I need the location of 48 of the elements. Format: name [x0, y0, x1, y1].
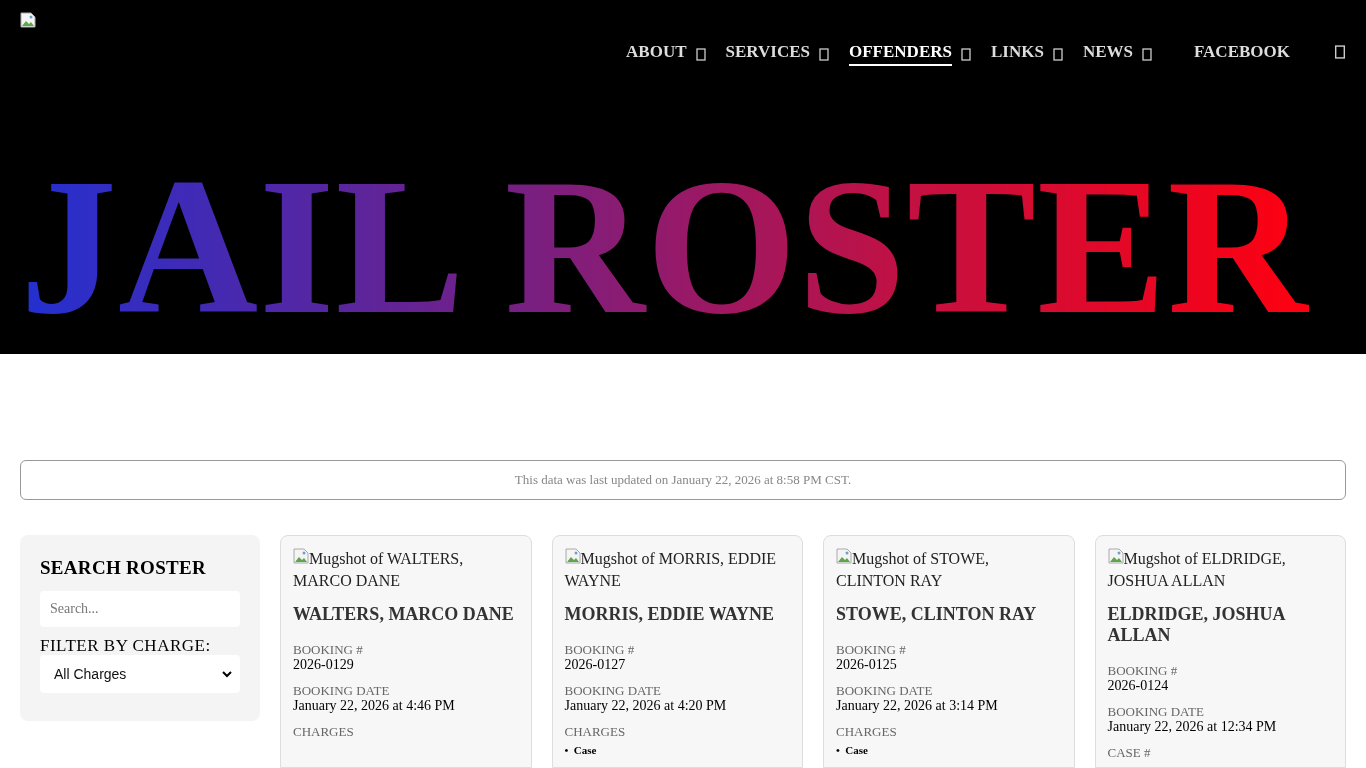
field-value: January 22, 2026 at 3:14 PM [836, 698, 999, 713]
broken-image-icon [20, 12, 36, 28]
field-label: BOOKING # [1107, 664, 1179, 678]
nav-link[interactable]: FACEBOOK [1193, 42, 1290, 66]
field-value: 2026-0127 [564, 657, 627, 672]
panel-heading: SEARCH ROSTER [40, 557, 207, 579]
field-label: BOOKING # [836, 643, 907, 657]
inmate-name: ELDRIDGE, JOSHUA ALLAN [1107, 604, 1287, 646]
image-alt-text: Mugshot of ELDRIDGE, JOSHUA ALLAN [1107, 548, 1287, 591]
image-alt-text: Mugshot of STOWE, CLINTON RAY [836, 548, 991, 591]
charge-item: • Case [564, 744, 597, 757]
nav-link[interactable]: OFFENDERS [849, 42, 952, 66]
nav-link[interactable]: LINKS [990, 42, 1044, 66]
filter-label: FILTER BY CHARGE: [40, 637, 212, 655]
chevron-down-icon [222, 670, 232, 678]
field-label: BOOKING DATE [1107, 705, 1205, 719]
field-label: CHARGES [293, 725, 355, 739]
search-field[interactable]: Search... [40, 591, 240, 627]
field-label: BOOKING DATE [293, 684, 391, 698]
nav-link[interactable]: ABOUT [626, 42, 687, 66]
field-label: BOOKING DATE [836, 684, 934, 698]
charge-item: • Case [836, 744, 868, 757]
broken-image-icon [564, 548, 581, 564]
field-label: CASE # [1107, 746, 1152, 760]
field-label: BOOKING DATE [564, 684, 662, 698]
field-label: CHARGES [564, 725, 627, 739]
field-value: 2026-0129 [293, 657, 355, 672]
field-value: 2026-0124 [1107, 678, 1170, 693]
broken-image-icon [1107, 548, 1124, 564]
inmate-name: WALTERS, MARCO DANE [293, 604, 515, 625]
field-value: 2026-0125 [836, 657, 898, 672]
nav-link[interactable]: NEWS [1082, 42, 1133, 66]
inmate-name: MORRIS, EDDIE WAYNE [564, 604, 776, 625]
broken-image-icon [836, 548, 852, 564]
image-alt-text: Mugshot of MORRIS, EDDIE WAYNE [564, 548, 778, 591]
nav-link[interactable]: SERVICES [725, 42, 810, 66]
charge-filter-dropdown[interactable]: All Charges [40, 655, 240, 693]
menu-icon [1334, 45, 1346, 59]
update-notice-text: This data was last updated on January 22, 2026 at 8:58 PM CST. [514, 472, 852, 488]
inmate-name: STOWE, CLINTON RAY [836, 604, 1038, 625]
field-value: January 22, 2026 at 4:46 PM [293, 698, 456, 713]
field-value: January 22, 2026 at 4:20 PM [564, 698, 728, 713]
field-value: January 22, 2026 at 12:34 PM [1107, 719, 1278, 734]
field-label: BOOKING # [293, 643, 364, 657]
broken-image-icon [293, 548, 309, 564]
image-alt-text: Mugshot of WALTERS, MARCO DANE [293, 548, 465, 591]
field-label: BOOKING # [564, 643, 636, 657]
field-label: CHARGES [836, 725, 898, 739]
